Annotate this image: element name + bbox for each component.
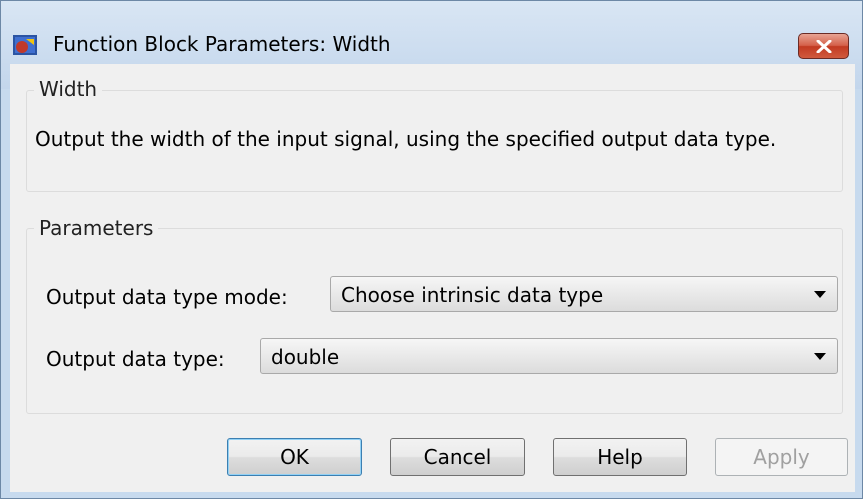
ok-button[interactable]: OK <box>227 438 362 476</box>
help-button[interactable]: Help <box>553 438 687 476</box>
close-button[interactable] <box>798 33 849 59</box>
description-group-legend: Width <box>34 77 103 101</box>
output-data-type-select[interactable]: double <box>260 338 838 374</box>
output-data-type-value: double <box>271 345 340 369</box>
apply-button[interactable]: Apply <box>715 438 848 476</box>
chevron-down-icon <box>814 291 826 298</box>
block-description: Output the width of the input signal, us… <box>35 127 777 151</box>
dialog-window: Function Block Parameters: Width Width O… <box>0 0 863 499</box>
chevron-down-icon <box>814 353 826 360</box>
window-title: Function Block Parameters: Width <box>53 32 391 56</box>
output-data-type-mode-value: Choose intrinsic data type <box>341 283 604 307</box>
parameters-group-legend: Parameters <box>34 216 159 240</box>
cancel-button[interactable]: Cancel <box>390 438 525 476</box>
output-data-type-label: Output data type: <box>46 347 225 371</box>
output-data-type-mode-select[interactable]: Choose intrinsic data type <box>330 276 838 312</box>
parameters-group <box>26 228 843 414</box>
output-data-type-mode-label: Output data type mode: <box>46 285 288 309</box>
close-icon <box>816 40 832 53</box>
dialog-body: Width Output the width of the input sign… <box>10 64 855 492</box>
simulink-block-icon <box>13 35 37 55</box>
